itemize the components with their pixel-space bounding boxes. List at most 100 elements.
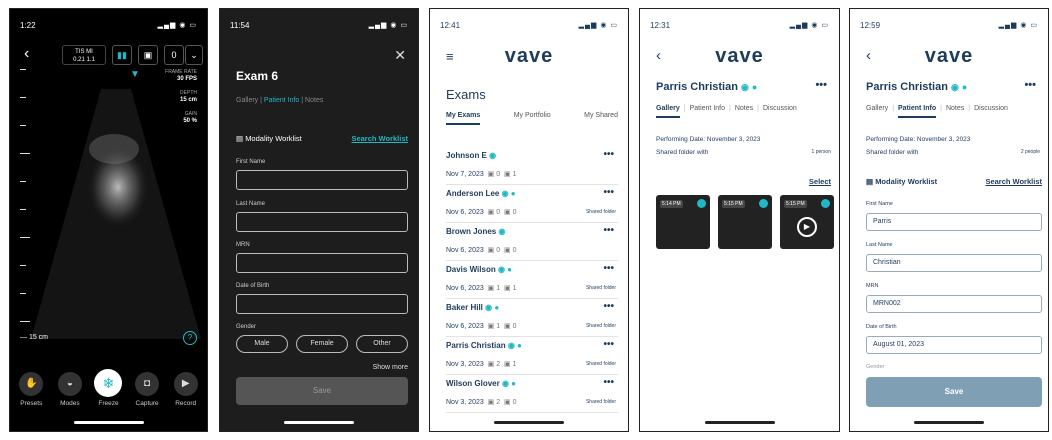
- tab-my-shared[interactable]: My Shared: [584, 112, 618, 125]
- image-count-icon: ▣: [487, 285, 495, 292]
- exam-list-item[interactable]: Baker Hill ◉ ● ••• Nov 6, 2023 ▣ 1 ▣ 0 Shar…: [446, 301, 618, 337]
- more-icon[interactable]: •••: [815, 79, 827, 91]
- gender-male-button[interactable]: Male: [236, 335, 288, 353]
- modes-button[interactable]: ◒ Modes: [52, 372, 88, 407]
- ultrasound-image[interactable]: [26, 89, 206, 339]
- snowflake-icon: ❄: [94, 369, 123, 397]
- search-worklist-link[interactable]: Search Worklist: [351, 134, 408, 143]
- image-count-icon: ▣: [487, 399, 495, 406]
- show-more-link[interactable]: Show more: [373, 364, 408, 371]
- exams-list-screen: 12:41 ▂▄▆ ◉ ▭ ≡ vave Exams My Exams My P…: [429, 8, 629, 432]
- wifi-icon: ◉: [501, 379, 509, 388]
- tab-patient-info[interactable]: Patient Info: [898, 105, 937, 118]
- home-indicator: [914, 421, 984, 424]
- exam-list-item[interactable]: Brown Jones ◉ ••• Nov 6, 2023 ▣ 0 ▣ 0: [446, 225, 618, 261]
- mrn-field[interactable]: MRN002: [866, 295, 1042, 313]
- exam-list-item[interactable]: Davis Wilson ◉ ● ••• Nov 6, 2023 ▣ 1 ▣ 1 Sh…: [446, 263, 618, 299]
- tab-my-exams[interactable]: My Exams: [446, 112, 481, 125]
- tab-discussion[interactable]: Discussion: [763, 105, 797, 112]
- home-indicator: [73, 421, 144, 424]
- select-link[interactable]: Select: [809, 177, 831, 186]
- more-icon[interactable]: •••: [603, 263, 614, 274]
- shared-folder-label: Shared folder: [585, 361, 616, 367]
- tab-notes[interactable]: Notes: [305, 97, 323, 104]
- search-worklist-link[interactable]: Search Worklist: [985, 177, 1042, 186]
- gallery-thumbnail[interactable]: 5:15 PM ▶: [780, 195, 834, 249]
- clip-count-icon: ▣: [504, 399, 511, 406]
- capture-button[interactable]: ◘ Capture: [129, 372, 165, 407]
- status-bar: 12:41 ▂▄▆ ◉ ▭: [440, 19, 618, 31]
- clip-count-icon: ▣: [504, 209, 511, 216]
- counter-button[interactable]: 0: [164, 45, 184, 65]
- share-icon: ●: [517, 341, 522, 350]
- status-bar: 12:31 ▂▄▆ ◉ ▭: [650, 19, 829, 31]
- more-icon[interactable]: •••: [603, 225, 614, 236]
- mrn-field[interactable]: [236, 253, 408, 273]
- exam-name: Johnson E ◉: [446, 151, 497, 160]
- dob-field[interactable]: [236, 294, 408, 314]
- record-button[interactable]: ▶ Record: [168, 372, 204, 407]
- tab-discussion[interactable]: Discussion: [974, 105, 1008, 112]
- tab-notes[interactable]: Notes: [735, 105, 753, 112]
- exam-patient-info-dark: 11:54 ▂▄▆ ◉ ▭ ✕ Exam 6 Gallery | Patient…: [219, 8, 419, 432]
- share-icon: ●: [510, 189, 516, 198]
- gallery-thumbnail[interactable]: 5:14 PM: [656, 195, 710, 249]
- save-button[interactable]: Save: [866, 377, 1042, 407]
- status-time: 12:59: [860, 20, 881, 30]
- back-chevron-icon[interactable]: ‹: [24, 45, 29, 63]
- gender-other-button[interactable]: Other: [356, 335, 408, 353]
- wifi-icon: ◉: [950, 82, 959, 92]
- last-name-field[interactable]: Christian: [866, 254, 1042, 272]
- probe-settings-icon[interactable]: ▮▮: [112, 45, 132, 65]
- wifi-icon: ◉: [740, 82, 749, 92]
- more-icon[interactable]: •••: [603, 301, 614, 312]
- gender-female-button[interactable]: Female: [296, 335, 348, 353]
- tab-my-portfolio[interactable]: My Portfolio: [514, 112, 551, 125]
- vave-logo: vave: [924, 45, 974, 67]
- exam-name: Parris Christian ◉ ●: [446, 341, 522, 350]
- scan-screen: 1:22 ▂▄▆ ◉ ▭ ‹ TIS MI 0.21 1.1 ▮▮ ▣ 0 ⌄ …: [9, 8, 208, 432]
- first-name-field[interactable]: Parris: [866, 213, 1042, 231]
- more-icon[interactable]: •••: [603, 149, 614, 160]
- close-icon[interactable]: ✕: [394, 47, 406, 64]
- exam-list-item[interactable]: Johnson E ◉ ••• Nov 7, 2023 ▣ 0 ▣ 1: [446, 149, 618, 185]
- scan-toolbar: ✋ Presets ◒ Modes ❄ Freeze ◘ Capture ▶ Record: [10, 369, 207, 407]
- chevron-down-icon[interactable]: ⌄: [185, 45, 203, 65]
- exam-list-item[interactable]: Wilson Glover ◉ ● ••• Nov 3, 2023 ▣ 2 ▣ 0 S…: [446, 377, 618, 413]
- exam-list-item[interactable]: Anderson Lee ◉ ● ••• Nov 6, 2023 ▣ 0 ▣ 0 Sh…: [446, 187, 618, 223]
- gallery-thumbnail[interactable]: 5:15 PM: [718, 195, 772, 249]
- gender-label: Gender: [866, 364, 885, 370]
- tab-patient-info[interactable]: Patient Info: [690, 105, 725, 112]
- image-count-icon: ▣: [487, 209, 495, 216]
- presets-button[interactable]: ✋ Presets: [13, 372, 49, 407]
- status-icons: ▂▄▆ ◉ ▭: [578, 22, 618, 29]
- tab-patient-info[interactable]: Patient Info: [264, 97, 299, 104]
- share-icon: ●: [494, 303, 500, 312]
- page-title: Exam 6: [236, 69, 279, 83]
- image-count-icon: ▣: [487, 361, 495, 368]
- video-icon: ▶: [173, 372, 198, 396]
- first-name-field[interactable]: [236, 170, 408, 190]
- more-icon[interactable]: •••: [603, 377, 614, 388]
- dob-field[interactable]: August 01, 2023: [866, 336, 1042, 354]
- exam-date-row: Nov 6, 2023 ▣ 0 ▣ 0: [446, 209, 517, 216]
- tab-gallery[interactable]: Gallery: [866, 105, 888, 112]
- more-icon[interactable]: •••: [603, 187, 614, 198]
- shared-row: Shared folder with 1 person: [656, 149, 831, 156]
- exam-list-item[interactable]: Parris Christian ◉ ● ••• Nov 3, 2023 ▣ 2 ▣…: [446, 339, 618, 375]
- more-icon[interactable]: •••: [603, 339, 614, 350]
- tab-gallery[interactable]: Gallery: [236, 97, 258, 104]
- camera-icon: ◘: [135, 372, 160, 396]
- image-icon[interactable]: ▣: [138, 45, 158, 65]
- save-button[interactable]: Save: [236, 377, 408, 405]
- help-icon[interactable]: ?: [183, 331, 197, 345]
- tab-gallery[interactable]: Gallery: [656, 105, 680, 118]
- dob-label: Date of Birth: [866, 324, 897, 330]
- last-name-field[interactable]: [236, 212, 408, 232]
- more-icon[interactable]: •••: [1024, 79, 1036, 91]
- freeze-button[interactable]: ❄ Freeze: [90, 369, 126, 407]
- tab-notes[interactable]: Notes: [946, 105, 964, 112]
- exam-name: Wilson Glover ◉ ●: [446, 379, 517, 388]
- status-bar: 11:54 ▂▄▆ ◉ ▭: [230, 19, 408, 31]
- play-icon: ▶: [797, 217, 817, 237]
